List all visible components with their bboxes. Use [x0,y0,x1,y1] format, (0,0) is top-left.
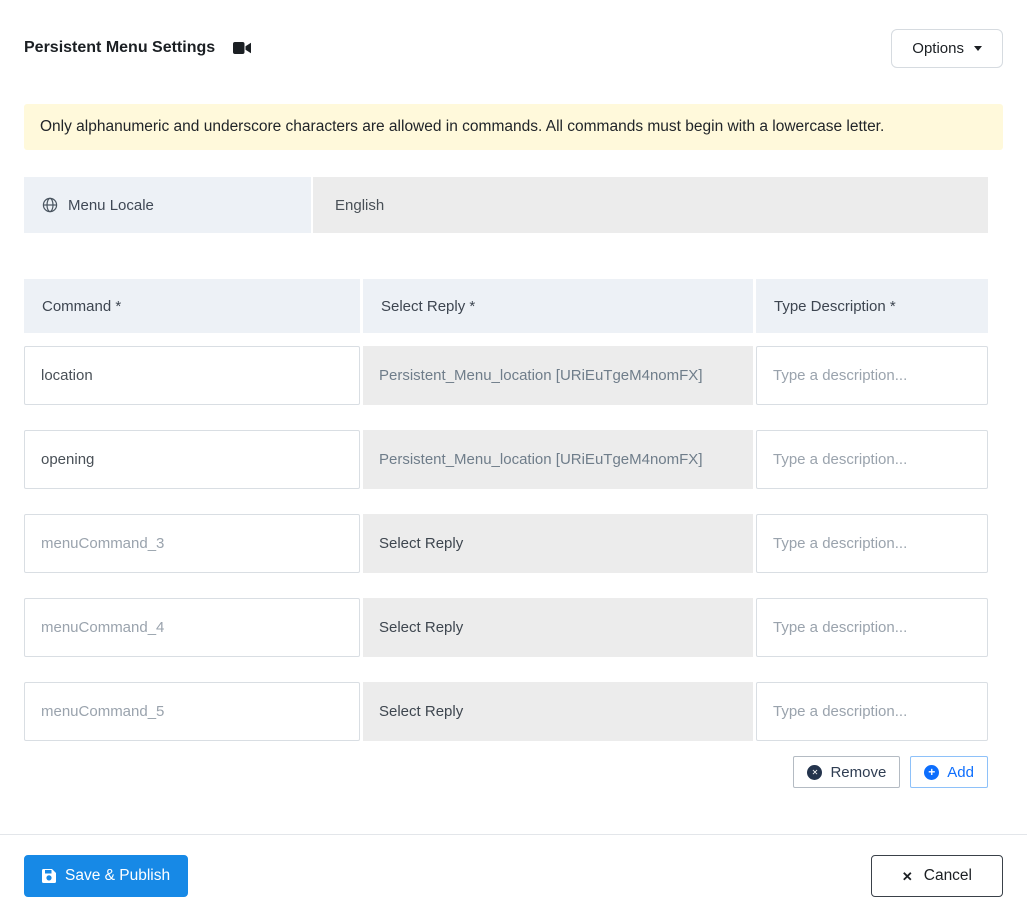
row-actions: ✕ Remove + Add [24,756,988,788]
add-label: Add [947,763,974,781]
video-camera-icon [233,42,252,54]
command-input[interactable] [24,514,360,573]
table-header-row: Command * Select Reply * Type Descriptio… [24,279,988,333]
reply-select[interactable]: Persistent_Menu_location [URiEuTgeM4nomF… [363,430,753,489]
menu-locale-row: Menu Locale English [24,177,988,233]
description-input[interactable] [756,598,988,657]
command-cell [24,682,360,741]
table-row: Select Reply [24,598,988,657]
close-icon: ✕ [901,868,913,884]
description-cell [756,430,988,489]
description-input[interactable] [756,514,988,573]
reply-select[interactable]: Select Reply [363,682,753,741]
column-header-command: Command * [24,279,360,333]
cancel-label: Cancel [923,867,972,884]
footer: Save & Publish ✕ Cancel [0,834,1027,919]
description-input[interactable] [756,430,988,489]
table-row: Select Reply [24,514,988,573]
description-input[interactable] [756,346,988,405]
reply-select[interactable]: Select Reply [363,598,753,657]
remove-circle-x-icon: ✕ [807,764,823,780]
menu-locale-label: Menu Locale [68,196,154,214]
command-cell [24,346,360,405]
globe-icon [42,197,58,213]
remove-label: Remove [830,763,887,781]
menu-locale-label-box: Menu Locale [24,177,311,233]
command-cell [24,514,360,573]
command-cell [24,430,360,489]
description-input[interactable] [756,682,988,741]
title-wrap: Persistent Menu Settings [24,39,252,57]
warning-banner: Only alphanumeric and underscore charact… [24,104,1003,150]
reply-select[interactable]: Persistent_Menu_location [URiEuTgeM4nomF… [363,346,753,405]
save-icon [42,869,56,883]
command-input[interactable] [24,682,360,741]
table-row: Persistent_Menu_location [URiEuTgeM4nomF… [24,346,988,405]
topbar: Persistent Menu Settings Options [24,22,1003,74]
add-circle-plus-icon: + [924,764,940,780]
remove-button[interactable]: ✕ Remove [793,756,901,788]
command-input[interactable] [24,346,360,405]
command-cell [24,598,360,657]
save-publish-button[interactable]: Save & Publish [24,855,189,897]
command-input[interactable] [24,430,360,489]
column-header-select-reply: Select Reply * [363,279,753,333]
save-publish-label: Save & Publish [65,867,171,884]
add-button[interactable]: + Add [910,756,988,788]
command-input[interactable] [24,598,360,657]
options-button[interactable]: Options [891,28,1003,68]
menu-locale-select[interactable]: English [313,177,988,233]
description-cell [756,346,988,405]
description-cell [756,514,988,573]
page: Persistent Menu Settings Options Only al… [0,0,1027,788]
table-rows: Persistent_Menu_location [URiEuTgeM4nomF… [24,346,1003,741]
reply-select[interactable]: Select Reply [363,514,753,573]
chevron-down-icon [974,45,982,51]
table-row: Persistent_Menu_location [URiEuTgeM4nomF… [24,430,988,489]
description-cell [756,598,988,657]
column-header-type-description: Type Description * [756,279,988,333]
cancel-button[interactable]: ✕ Cancel [870,855,1003,897]
options-label: Options [912,39,964,57]
page-title: Persistent Menu Settings [24,39,216,56]
table-row: Select Reply [24,682,988,741]
description-cell [756,682,988,741]
